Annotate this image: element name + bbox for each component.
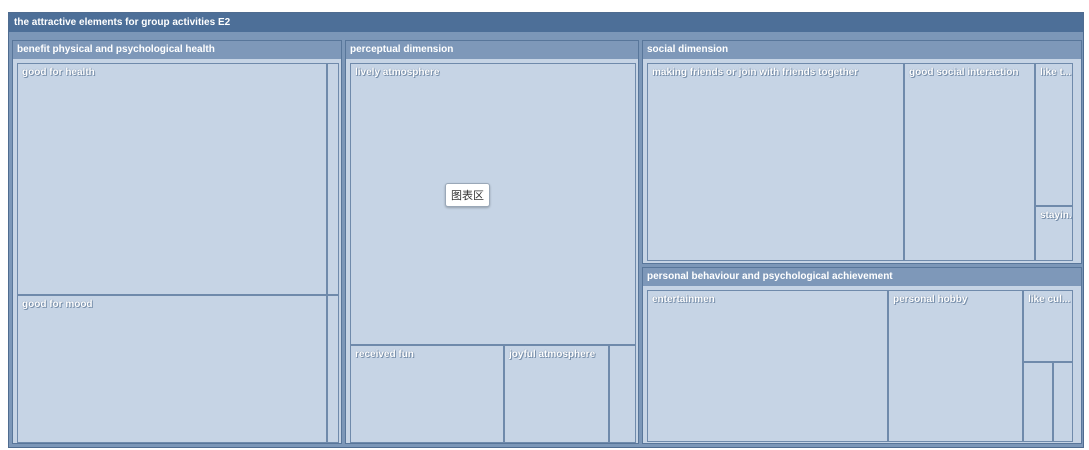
treemap-leaf: [327, 295, 339, 443]
treemap-leaf: like cul...: [1023, 290, 1073, 362]
treemap-leaf: good for mood: [17, 295, 327, 443]
treemap-chart: the attractive elements for group activi…: [0, 0, 1089, 450]
treemap-group-label: perceptual dimension: [346, 41, 638, 59]
treemap-leaf: making friends or join with friends toge…: [647, 63, 904, 261]
treemap-leaf: [1053, 362, 1073, 442]
treemap-leaf: joyful atmosphere: [504, 345, 609, 443]
treemap-group-label: benefit physical and psychological healt…: [13, 41, 341, 59]
treemap-leaf-label: joyful atmosphere: [509, 349, 596, 360]
treemap-leaf-label: stayin...: [1040, 210, 1072, 221]
treemap-leaf: personal hobby: [888, 290, 1023, 442]
treemap-group-label: social dimension: [643, 41, 1081, 59]
treemap-leaf-label: entertainmen: [652, 294, 715, 305]
treemap-leaf: [609, 345, 636, 443]
treemap-leaf-label: like cul...: [1028, 294, 1071, 305]
treemap-leaf-label: lively atmosphere: [355, 67, 440, 78]
treemap-group: personal behaviour and psychological ach…: [642, 267, 1082, 444]
treemap-leaf: entertainmen: [647, 290, 888, 442]
treemap-leaf: lively atmosphere: [350, 63, 636, 345]
treemap-leaf-label: good for health: [22, 67, 95, 78]
treemap-leaf: good for health: [17, 63, 327, 295]
treemap-group: benefit physical and psychological healt…: [12, 40, 342, 444]
treemap-leaf-label: personal hobby: [893, 294, 968, 305]
treemap-leaf: [1023, 362, 1053, 442]
treemap-leaf: good social interaction: [904, 63, 1035, 261]
treemap-leaf-label: making friends or join with friends toge…: [652, 67, 859, 78]
treemap-leaf-label: like t...: [1040, 67, 1072, 78]
treemap-leaf: received fun: [350, 345, 504, 443]
treemap-leaf-label: good for mood: [22, 299, 93, 310]
treemap-group-label: personal behaviour and psychological ach…: [643, 268, 1081, 286]
treemap-group: social dimension making friends or join w…: [642, 40, 1082, 264]
chart-title: the attractive elements for group activi…: [9, 13, 1083, 32]
treemap-leaf: stayin...: [1035, 206, 1073, 261]
treemap-leaf-label: good social interaction: [909, 67, 1019, 78]
plot-area-label: 图表区: [445, 183, 490, 207]
treemap-leaf-label: received fun: [355, 349, 414, 360]
treemap-leaf: [327, 63, 339, 295]
treemap-leaf: like t...: [1035, 63, 1073, 206]
treemap-group: perceptual dimension lively atmosphere rec…: [345, 40, 639, 444]
